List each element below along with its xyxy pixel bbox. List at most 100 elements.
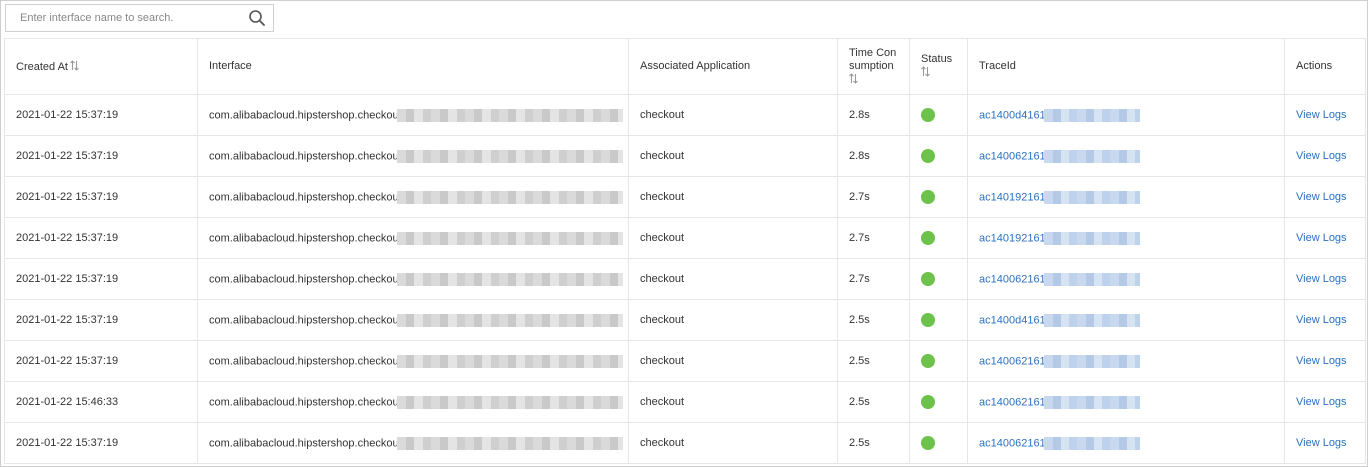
actions-cell: View Logs xyxy=(1284,381,1366,423)
table-header-row: Created At Interface Associated Applicat… xyxy=(4,38,1366,95)
status-cell xyxy=(909,135,968,177)
status-success-icon xyxy=(921,231,935,245)
interface-name: com.alibabacloud.hipstershop.checkou xyxy=(209,436,399,449)
redacted-blur xyxy=(1043,436,1140,450)
traceid-link[interactable]: ac140192161 xyxy=(979,232,1046,244)
app-cell: checkout xyxy=(628,135,838,177)
traceid-link[interactable]: ac140062161 xyxy=(979,150,1046,162)
time-cell: 2.8s xyxy=(837,94,910,136)
app-cell: checkout xyxy=(628,176,838,218)
time-cell: 2.7s xyxy=(837,217,910,259)
traceid-link[interactable]: ac140062161 xyxy=(979,396,1046,408)
app-cell: checkout xyxy=(628,258,838,300)
interface-cell: com.alibabacloud.hipstershop.checkou xyxy=(197,176,629,218)
status-cell xyxy=(909,258,968,300)
traceid-cell: ac140062161 xyxy=(967,258,1285,300)
traceid-cell: ac140062161 xyxy=(967,422,1285,464)
view-logs-link[interactable]: View Logs xyxy=(1296,191,1347,203)
view-logs-link[interactable]: View Logs xyxy=(1296,109,1347,121)
traceid-link[interactable]: ac140062161 xyxy=(979,273,1046,285)
interface-name: com.alibabacloud.hipstershop.checkou xyxy=(209,149,399,162)
app-cell: checkout xyxy=(628,299,838,341)
app-cell: checkout xyxy=(628,94,838,136)
table-row: 2021-01-22 15:37:19 com.alibabacloud.hip… xyxy=(4,135,1366,177)
redacted-blur xyxy=(396,436,623,450)
status-cell xyxy=(909,340,968,382)
status-success-icon xyxy=(921,354,935,368)
created-at-cell: 2021-01-22 15:37:19 xyxy=(4,94,198,136)
table-row: 2021-01-22 15:37:19 com.alibabacloud.hip… xyxy=(4,176,1366,218)
table-row: 2021-01-22 15:46:33 com.alibabacloud.hip… xyxy=(4,381,1366,423)
interface-cell: com.alibabacloud.hipstershop.checkou xyxy=(197,258,629,300)
view-logs-link[interactable]: View Logs xyxy=(1296,150,1347,162)
column-header-created-at[interactable]: Created At xyxy=(4,38,198,95)
column-header-time[interactable]: Time Consumption xyxy=(837,38,910,95)
created-at-cell: 2021-01-22 15:37:19 xyxy=(4,135,198,177)
search-input[interactable] xyxy=(6,5,242,31)
actions-cell: View Logs xyxy=(1284,340,1366,382)
traceid-link[interactable]: ac140062161 xyxy=(979,437,1046,449)
traceid-cell: ac140062161 xyxy=(967,340,1285,382)
view-logs-link[interactable]: View Logs xyxy=(1296,437,1347,449)
interface-cell: com.alibabacloud.hipstershop.checkou xyxy=(197,381,629,423)
view-logs-link[interactable]: View Logs xyxy=(1296,232,1347,244)
actions-cell: View Logs xyxy=(1284,176,1366,218)
created-at-cell: 2021-01-22 15:37:19 xyxy=(4,299,198,341)
search-box xyxy=(5,4,274,32)
created-at-cell: 2021-01-22 15:37:19 xyxy=(4,340,198,382)
redacted-blur xyxy=(396,313,623,327)
traceid-cell: ac140192161 xyxy=(967,176,1285,218)
sort-icon[interactable] xyxy=(849,72,858,84)
view-logs-link[interactable]: View Logs xyxy=(1296,314,1347,326)
redacted-blur xyxy=(1043,149,1140,163)
traceid-link[interactable]: ac140062161 xyxy=(979,355,1046,367)
sort-icon[interactable] xyxy=(70,59,79,71)
redacted-blur xyxy=(396,108,623,122)
view-logs-link[interactable]: View Logs xyxy=(1296,396,1347,408)
time-cell: 2.5s xyxy=(837,340,910,382)
app-cell: checkout xyxy=(628,422,838,464)
interface-name: com.alibabacloud.hipstershop.checkou xyxy=(209,272,399,285)
app-cell: checkout xyxy=(628,217,838,259)
redacted-blur xyxy=(396,354,623,368)
traceid-link[interactable]: ac1400d4161 xyxy=(979,109,1046,121)
traceid-cell: ac140062161 xyxy=(967,381,1285,423)
status-cell xyxy=(909,217,968,259)
status-cell xyxy=(909,381,968,423)
redacted-blur xyxy=(1043,272,1140,286)
status-success-icon xyxy=(921,190,935,204)
column-label: Status xyxy=(921,53,953,65)
time-cell: 2.5s xyxy=(837,422,910,464)
interface-cell: com.alibabacloud.hipstershop.checkou xyxy=(197,217,629,259)
view-logs-link[interactable]: View Logs xyxy=(1296,273,1347,285)
interface-cell: com.alibabacloud.hipstershop.checkou xyxy=(197,135,629,177)
sort-icon[interactable] xyxy=(921,66,930,77)
created-at-cell: 2021-01-22 15:37:19 xyxy=(4,258,198,300)
interface-name: com.alibabacloud.hipstershop.checkou xyxy=(209,190,399,203)
actions-cell: View Logs xyxy=(1284,94,1366,136)
traceid-cell: ac140062161 xyxy=(967,135,1285,177)
interface-cell: com.alibabacloud.hipstershop.checkou xyxy=(197,94,629,136)
traceid-link[interactable]: ac1400d4161 xyxy=(979,314,1046,326)
column-header-interface: Interface xyxy=(197,38,629,95)
interface-cell: com.alibabacloud.hipstershop.checkou xyxy=(197,422,629,464)
redacted-blur xyxy=(1043,313,1140,327)
traceid-cell: ac1400d4161 xyxy=(967,94,1285,136)
redacted-blur xyxy=(1043,354,1140,368)
actions-cell: View Logs xyxy=(1284,422,1366,464)
status-success-icon xyxy=(921,395,935,409)
time-cell: 2.7s xyxy=(837,176,910,218)
traceid-link[interactable]: ac140192161 xyxy=(979,191,1046,203)
column-label: Created At xyxy=(16,60,68,73)
interface-name: com.alibabacloud.hipstershop.checkou xyxy=(209,354,399,367)
column-header-actions: Actions xyxy=(1284,38,1366,95)
view-logs-link[interactable]: View Logs xyxy=(1296,355,1347,367)
created-at-cell: 2021-01-22 15:37:19 xyxy=(4,176,198,218)
redacted-blur xyxy=(396,272,623,286)
time-cell: 2.5s xyxy=(837,381,910,423)
status-success-icon xyxy=(921,436,935,450)
traceid-cell: ac1400d4161 xyxy=(967,299,1285,341)
table-row: 2021-01-22 15:37:19 com.alibabacloud.hip… xyxy=(4,94,1366,136)
search-icon[interactable] xyxy=(248,9,266,27)
column-header-status[interactable]: Status xyxy=(909,38,968,95)
